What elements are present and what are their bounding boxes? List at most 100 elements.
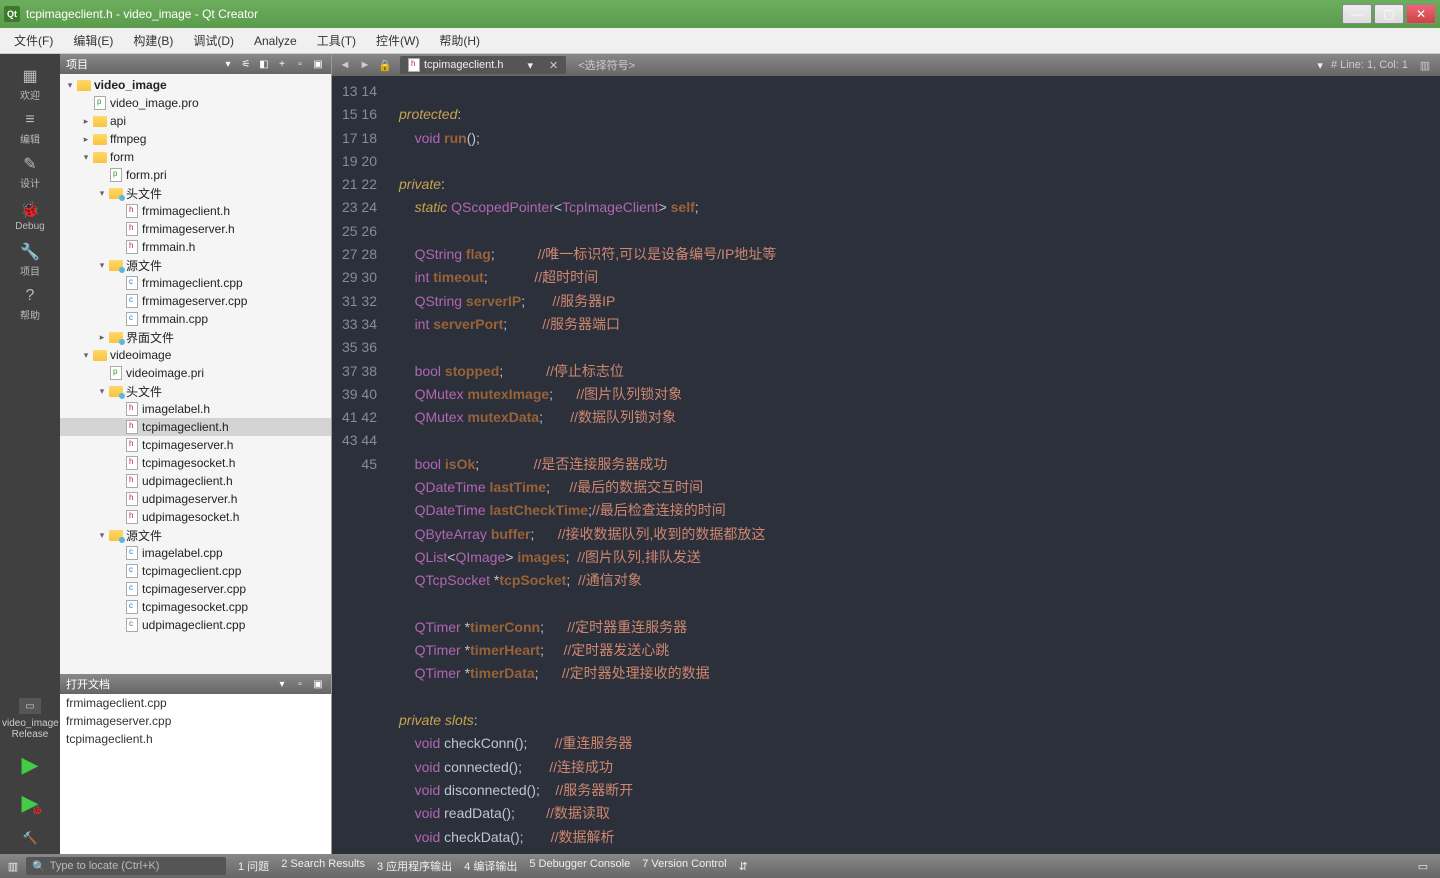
rail-编辑[interactable]: ≡编辑 <box>5 106 55 148</box>
add-icon[interactable]: + <box>275 57 289 71</box>
rail-项目[interactable]: 🔧项目 <box>5 238 55 280</box>
code-content[interactable]: protected: void run(); private: static Q… <box>387 76 1440 854</box>
tree-twisty-icon[interactable]: ▾ <box>80 152 92 163</box>
panel-close-icon[interactable]: ▣ <box>311 677 325 691</box>
tree-item[interactable]: frmmain.cpp <box>60 310 331 328</box>
rail-帮助[interactable]: ?帮助 <box>5 282 55 324</box>
tree-item[interactable]: udpimagesocket.h <box>60 508 331 526</box>
open-doc-item[interactable]: tcpimageclient.h <box>60 730 331 748</box>
tree-twisty-icon[interactable]: ▾ <box>96 386 108 397</box>
tree-twisty-icon[interactable]: ▾ <box>96 188 108 199</box>
tree-item[interactable]: tcpimageclient.cpp <box>60 562 331 580</box>
run-button[interactable]: ▶ <box>15 750 45 780</box>
tree-twisty-icon[interactable]: ▾ <box>96 530 108 541</box>
open-docs-list[interactable]: frmimageclient.cppfrmimageserver.cpptcpi… <box>60 694 331 854</box>
output-tab[interactable]: 1 问题 <box>238 858 269 874</box>
tree-item[interactable]: tcpimageserver.h <box>60 436 331 454</box>
tree-item[interactable]: udpimageclient.cpp <box>60 616 331 634</box>
toggle-sidebar-icon[interactable]: ▥ <box>4 857 22 875</box>
pfile-icon <box>108 168 124 182</box>
target-selector[interactable]: ▭ video_image Release <box>2 692 58 746</box>
maximize-button[interactable]: ▢ <box>1374 4 1404 24</box>
open-doc-item[interactable]: frmimageclient.cpp <box>60 694 331 712</box>
open-doc-item[interactable]: frmimageserver.cpp <box>60 712 331 730</box>
tree-item[interactable]: imagelabel.h <box>60 400 331 418</box>
tab-close-icon[interactable]: ✕ <box>549 59 558 72</box>
tree-item[interactable]: form.pri <box>60 166 331 184</box>
output-tab[interactable]: 2 Search Results <box>281 858 365 874</box>
tree-item[interactable]: ▸界面文件 <box>60 328 331 346</box>
tree-item[interactable]: frmimageclient.cpp <box>60 274 331 292</box>
rail-欢迎[interactable]: ▦欢迎 <box>5 62 55 104</box>
output-tab[interactable]: 4 编译输出 <box>464 858 517 874</box>
locator-input[interactable]: 🔍 Type to locate (Ctrl+K) <box>26 857 226 875</box>
cfile-icon <box>124 564 140 578</box>
tree-twisty-icon[interactable]: ▾ <box>80 350 92 361</box>
tree-twisty-icon[interactable]: ▸ <box>80 116 92 127</box>
split-editor-icon[interactable]: ▥ <box>1416 57 1434 73</box>
tree-item[interactable]: frmimageserver.cpp <box>60 292 331 310</box>
tree-item[interactable]: tcpimageclient.h <box>60 418 331 436</box>
tree-twisty-icon[interactable]: ▸ <box>80 134 92 145</box>
menu-item[interactable]: 工具(T) <box>307 32 366 49</box>
output-tab[interactable]: 7 Version Control <box>642 858 726 874</box>
lock-icon[interactable]: 🔒 <box>376 57 394 73</box>
split-icon[interactable]: ▫ <box>293 677 307 691</box>
tree-item[interactable]: frmimageserver.h <box>60 220 331 238</box>
tree-twisty-icon[interactable]: ▸ <box>96 332 108 343</box>
menu-item[interactable]: 调试(D) <box>183 32 244 49</box>
tree-item[interactable]: udpimageclient.h <box>60 472 331 490</box>
tree-item[interactable]: ▾头文件 <box>60 184 331 202</box>
tree-item[interactable]: imagelabel.cpp <box>60 544 331 562</box>
dropdown-icon[interactable]: ▾ <box>275 677 289 691</box>
tree-item[interactable]: ▾源文件 <box>60 526 331 544</box>
tree-label: form <box>110 150 134 164</box>
symbol-selector[interactable]: <选择符号> <box>578 57 635 73</box>
tree-item[interactable]: ▾源文件 <box>60 256 331 274</box>
panel-close-icon[interactable]: ▣ <box>311 57 325 71</box>
tree-item[interactable]: ▸api <box>60 112 331 130</box>
tree-item[interactable]: video_image.pro <box>60 94 331 112</box>
tree-item[interactable]: ▸ffmpeg <box>60 130 331 148</box>
close-button[interactable]: ✕ <box>1406 4 1436 24</box>
dropdown-icon[interactable]: ▾ <box>221 57 235 71</box>
filter-icon[interactable]: ⚟ <box>239 57 253 71</box>
output-tab[interactable]: 3 应用程序输出 <box>377 858 452 874</box>
output-dropdown-icon[interactable]: ⇵ <box>739 860 748 873</box>
menu-item[interactable]: 构建(B) <box>123 32 183 49</box>
code-editor[interactable]: 13 14 15 16 17 18 19 20 21 22 23 24 25 2… <box>332 76 1440 854</box>
menu-item[interactable]: 帮助(H) <box>429 32 490 49</box>
tree-twisty-icon[interactable]: ▾ <box>96 260 108 271</box>
rail-设计[interactable]: ✎设计 <box>5 150 55 192</box>
debug-run-button[interactable]: ▶🐞 <box>15 788 45 818</box>
tree-item[interactable]: videoimage.pri <box>60 364 331 382</box>
sync-icon[interactable]: ◧ <box>257 57 271 71</box>
tree-item[interactable]: ▾ form <box>60 148 331 166</box>
menu-item[interactable]: Analyze <box>244 34 307 48</box>
tree-item[interactable]: ▾video_image <box>60 76 331 94</box>
output-tab[interactable]: 5 Debugger Console <box>529 858 630 874</box>
tree-item[interactable]: frmimageclient.h <box>60 202 331 220</box>
editor-tab[interactable]: tcpimageclient.h ▾ ✕ <box>400 56 566 74</box>
tree-item[interactable]: tcpimagesocket.h <box>60 454 331 472</box>
tree-item[interactable]: ▾videoimage <box>60 346 331 364</box>
symbol-dropdown-icon[interactable]: ▾ <box>1317 59 1323 72</box>
tab-dropdown-icon[interactable]: ▾ <box>528 59 534 72</box>
rail-Debug[interactable]: 🐞Debug <box>5 194 55 236</box>
menu-item[interactable]: 控件(W) <box>366 32 429 49</box>
menu-item[interactable]: 编辑(E) <box>63 32 123 49</box>
tree-item[interactable]: udpimageserver.h <box>60 490 331 508</box>
tree-twisty-icon[interactable]: ▾ <box>64 80 76 91</box>
project-tree[interactable]: ▾video_imagevideo_image.pro▸api▸ffmpeg ▾ f… <box>60 74 331 674</box>
tree-item[interactable]: tcpimagesocket.cpp <box>60 598 331 616</box>
tree-item[interactable]: ▾头文件 <box>60 382 331 400</box>
build-button[interactable]: 🔨 <box>18 826 42 850</box>
tree-item[interactable]: tcpimageserver.cpp <box>60 580 331 598</box>
nav-back-button[interactable]: ◄ <box>336 57 354 73</box>
progress-icon[interactable]: ▭ <box>1414 857 1432 875</box>
tree-item[interactable]: frmmain.h <box>60 238 331 256</box>
nav-fwd-button[interactable]: ► <box>356 57 374 73</box>
menu-item[interactable]: 文件(F) <box>4 32 63 49</box>
minimize-button[interactable]: — <box>1342 4 1372 24</box>
split-icon[interactable]: ▫ <box>293 57 307 71</box>
